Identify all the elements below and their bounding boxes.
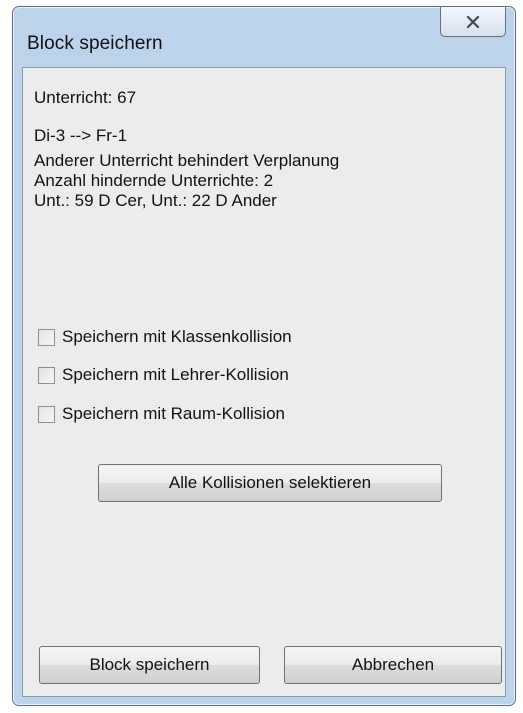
lesson-number: Unterricht: 67 <box>34 88 137 107</box>
option-label: Speichern mit Raum-Kollision <box>62 404 285 423</box>
checkbox-class-collision[interactable] <box>38 328 55 346</box>
conflict-count: Anzahl hindernde Unterrichte: 2 <box>34 171 274 190</box>
option-teacher-collision[interactable]: Speichern mit Lehrer-Kollision <box>38 365 289 385</box>
option-room-collision[interactable]: Speichern mit Raum-Kollision <box>38 404 285 424</box>
option-label: Speichern mit Klassenkollision <box>62 327 292 346</box>
option-class-collision[interactable]: Speichern mit Klassenkollision <box>38 327 292 347</box>
select-all-collisions-button[interactable]: Alle Kollisionen selektieren <box>98 464 442 502</box>
period-move: Di-3 --> Fr-1 <box>34 126 128 145</box>
close-button[interactable] <box>440 7 506 37</box>
checkbox-room-collision[interactable] <box>38 405 55 423</box>
close-icon <box>466 15 480 28</box>
cancel-button[interactable]: Abbrechen <box>284 646 502 684</box>
window-title: Block speichern <box>27 33 163 54</box>
dialog-window: Block speichern Unterricht: 67 Di-3 --> … <box>12 6 516 706</box>
conflict-reason: Anderer Unterricht behindert Verplanung <box>34 151 340 170</box>
checkbox-teacher-collision[interactable] <box>38 366 55 384</box>
save-block-button[interactable]: Block speichern <box>39 646 260 684</box>
option-label: Speichern mit Lehrer-Kollision <box>62 365 289 384</box>
dialog-body: Unterricht: 67 Di-3 --> Fr-1 Anderer Unt… <box>22 67 506 697</box>
conflicting-lessons: Unt.: 59 D Cer, Unt.: 22 D Ander <box>34 191 277 210</box>
